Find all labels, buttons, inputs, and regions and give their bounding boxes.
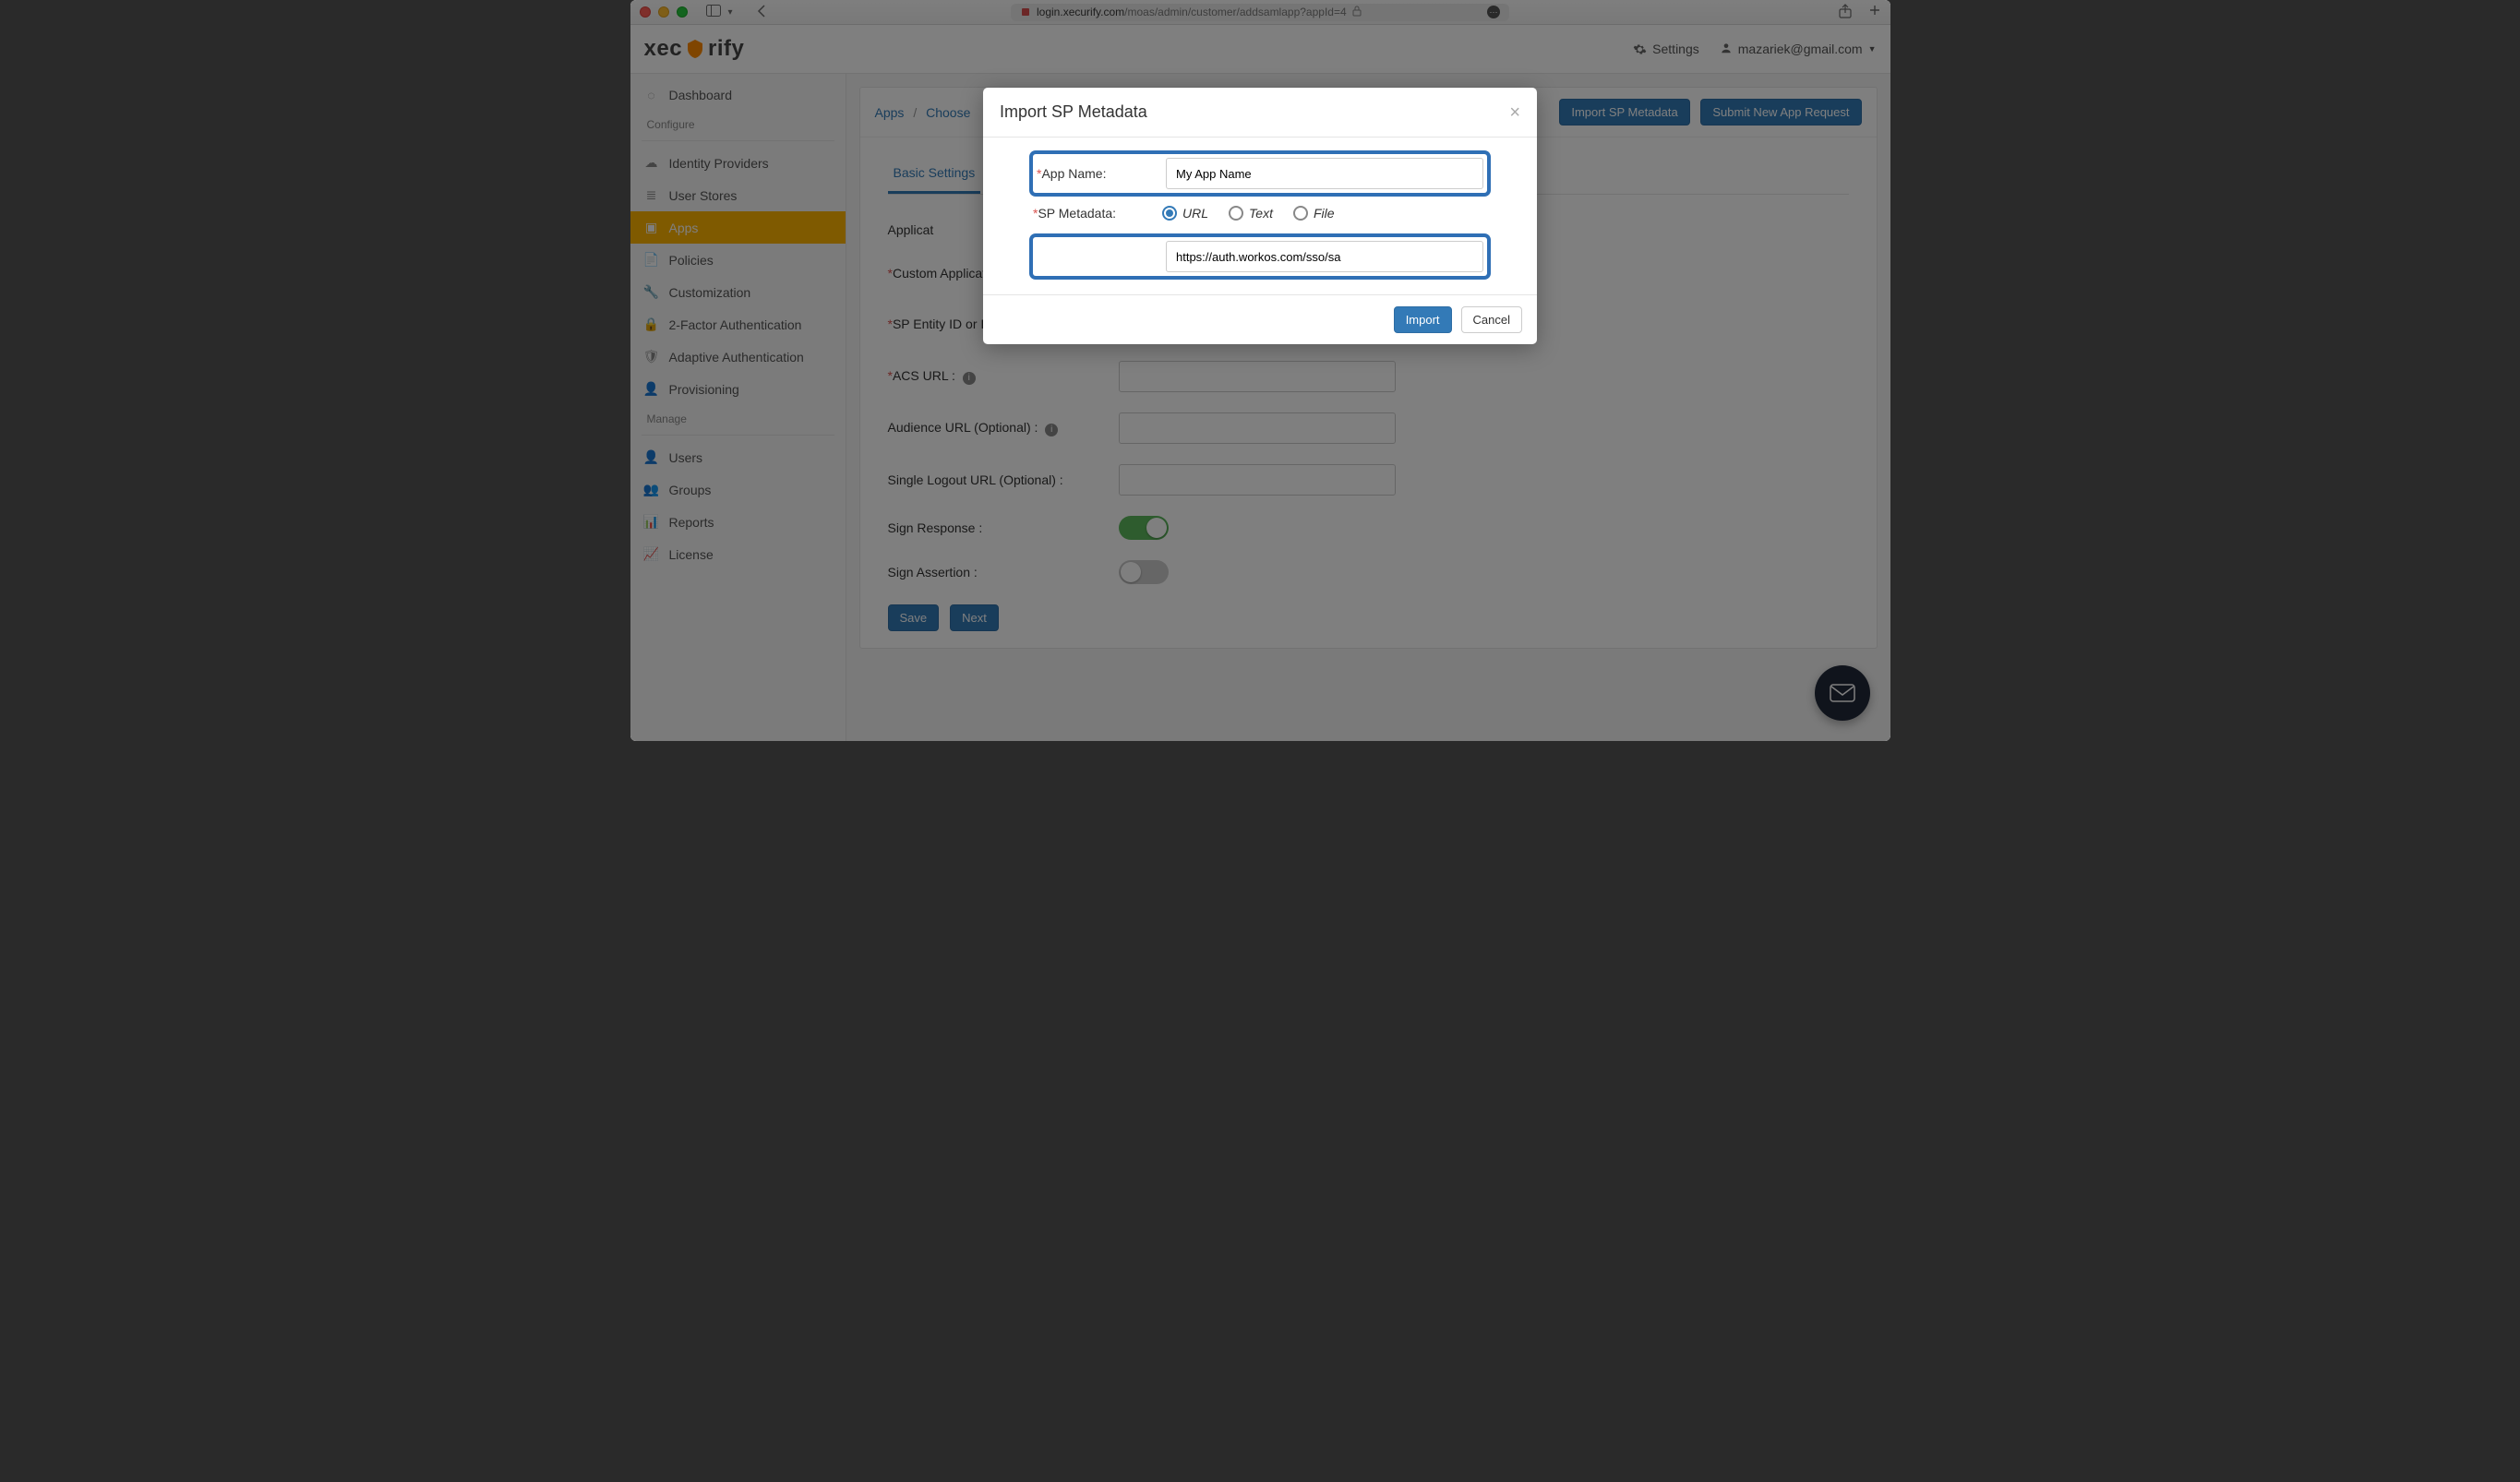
- radio-label: File: [1314, 206, 1335, 221]
- modal-import-button[interactable]: Import: [1394, 306, 1452, 333]
- radio-icon: [1162, 206, 1177, 221]
- sp-metadata-label: SP Metadata:: [1038, 206, 1116, 221]
- radio-text[interactable]: Text: [1229, 206, 1273, 221]
- app-name-input[interactable]: [1166, 158, 1483, 189]
- modal-close-button[interactable]: ×: [1509, 103, 1520, 122]
- sp-metadata-url-input[interactable]: [1166, 241, 1483, 272]
- radio-icon: [1229, 206, 1243, 221]
- radio-icon: [1293, 206, 1308, 221]
- app-name-label: App Name:: [1041, 166, 1106, 181]
- import-sp-metadata-modal: Import SP Metadata × *App Name: *SP Meta…: [983, 88, 1537, 344]
- modal-cancel-button[interactable]: Cancel: [1461, 306, 1522, 333]
- radio-label: Text: [1249, 206, 1273, 221]
- modal-title: Import SP Metadata: [1000, 102, 1147, 122]
- radio-file[interactable]: File: [1293, 206, 1335, 221]
- radio-label: URL: [1182, 206, 1208, 221]
- radio-url[interactable]: URL: [1162, 206, 1208, 221]
